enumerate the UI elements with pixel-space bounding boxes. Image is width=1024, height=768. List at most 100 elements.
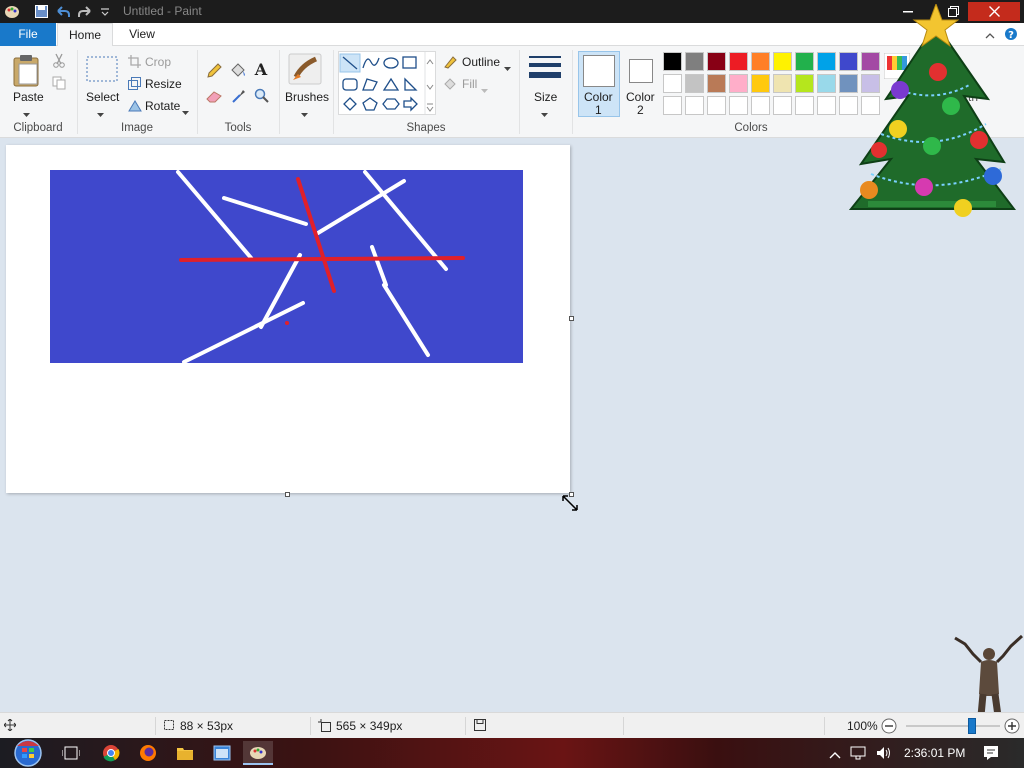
palette-swatch[interactable] — [773, 96, 792, 115]
selection-size-icon — [163, 719, 175, 734]
color-picker-icon[interactable] — [231, 88, 246, 107]
undo-icon[interactable] — [54, 3, 72, 20]
rotate-dropdown-icon[interactable] — [182, 104, 189, 118]
color2-label[interactable]: Color — [626, 90, 655, 104]
clipboard-group-label: Clipboard — [13, 122, 63, 134]
palette-swatch[interactable] — [729, 74, 748, 93]
fill-dropdown-icon[interactable] — [481, 82, 488, 96]
tab-view[interactable]: View — [115, 23, 169, 46]
select-icon[interactable] — [86, 56, 118, 85]
show-hidden-icons-icon[interactable] — [829, 748, 841, 762]
paint-taskbar-icon[interactable] — [243, 741, 273, 765]
tab-file[interactable]: File — [0, 23, 56, 46]
pencil-icon[interactable] — [206, 63, 222, 82]
rotate-icon[interactable] — [128, 99, 142, 115]
color1-number[interactable]: 1 — [595, 103, 602, 117]
firefox-icon[interactable] — [133, 741, 163, 765]
shapes-group-label: Shapes — [406, 122, 446, 134]
cut-icon[interactable] — [53, 53, 65, 71]
color2-number[interactable]: 2 — [637, 103, 644, 117]
palette-swatch[interactable] — [795, 96, 814, 115]
crop-label[interactable]: Crop — [145, 55, 171, 69]
redo-icon[interactable] — [76, 3, 94, 20]
status-separator — [824, 717, 825, 735]
paste-label[interactable]: Paste — [13, 90, 44, 104]
customize-qat-icon[interactable] — [96, 3, 114, 20]
group-separator — [572, 50, 573, 134]
network-icon[interactable] — [850, 745, 868, 764]
palette-swatch[interactable] — [663, 96, 682, 115]
text-tool-icon[interactable]: A — [253, 60, 269, 80]
palette-swatch[interactable] — [773, 52, 792, 71]
palette-swatch[interactable] — [685, 74, 704, 93]
zoom-in-button[interactable] — [1004, 718, 1020, 737]
palette-swatch[interactable] — [663, 74, 682, 93]
palette-swatch[interactable] — [663, 52, 682, 71]
size-icon[interactable] — [528, 54, 562, 87]
paste-icon[interactable] — [12, 54, 42, 91]
fill-bucket-icon[interactable] — [229, 62, 247, 81]
zoom-slider-thumb[interactable] — [968, 718, 976, 734]
palette-swatch[interactable] — [817, 52, 836, 71]
chrome-icon[interactable] — [96, 741, 126, 765]
color1-swatch[interactable] — [583, 55, 615, 87]
task-view-icon[interactable] — [56, 741, 86, 765]
color2-swatch[interactable] — [629, 59, 653, 83]
colors-group-label: Colors — [734, 122, 768, 134]
crop-icon[interactable] — [128, 55, 141, 71]
palette-swatch[interactable] — [817, 74, 836, 93]
resize-handle-right[interactable] — [569, 316, 574, 321]
palette-swatch[interactable] — [751, 96, 770, 115]
file-explorer-icon[interactable] — [170, 741, 200, 765]
brushes-label[interactable]: Brushes — [285, 90, 329, 104]
palette-swatch[interactable] — [707, 96, 726, 115]
zoom-out-button[interactable] — [881, 718, 897, 737]
palette-swatch[interactable] — [729, 52, 748, 71]
palette-swatch[interactable] — [751, 52, 770, 71]
magnifier-icon[interactable] — [254, 88, 269, 107]
resize-handle-bottom[interactable] — [285, 492, 290, 497]
volume-icon[interactable] — [875, 745, 893, 764]
outline-label[interactable]: Outline — [462, 55, 500, 69]
size-dropdown-icon[interactable] — [541, 106, 548, 120]
resize-icon[interactable] — [128, 77, 141, 93]
size-label[interactable]: Size — [534, 90, 557, 104]
drawing-canvas[interactable] — [6, 145, 570, 493]
brushes-dropdown-icon[interactable] — [301, 106, 308, 120]
outline-dropdown-icon[interactable] — [504, 60, 511, 74]
palette-swatch[interactable] — [795, 52, 814, 71]
zoom-slider-track[interactable] — [906, 718, 1000, 734]
palette-swatch[interactable] — [707, 74, 726, 93]
app-window-icon[interactable] — [207, 741, 237, 765]
palette-swatch[interactable] — [773, 74, 792, 93]
select-label[interactable]: Select — [86, 90, 119, 104]
rotate-label[interactable]: Rotate — [145, 99, 180, 113]
color1-label[interactable]: Color — [584, 90, 613, 104]
shapes-gallery[interactable] — [338, 51, 436, 115]
tab-home[interactable]: Home — [57, 23, 113, 47]
brushes-icon[interactable] — [288, 53, 322, 88]
palette-swatch[interactable] — [795, 74, 814, 93]
action-center-icon[interactable] — [982, 744, 1000, 765]
fill-icon[interactable] — [443, 77, 458, 94]
save-icon[interactable] — [32, 3, 50, 20]
resize-label[interactable]: Resize — [145, 77, 182, 91]
outline-icon[interactable] — [443, 55, 458, 72]
palette-swatch[interactable] — [685, 52, 704, 71]
palette-swatch[interactable] — [729, 96, 748, 115]
status-separator — [310, 717, 311, 735]
copy-icon[interactable] — [52, 76, 66, 93]
group-separator — [279, 50, 280, 134]
fill-label[interactable]: Fill — [462, 77, 477, 91]
select-dropdown-icon[interactable] — [97, 106, 104, 120]
eraser-icon[interactable] — [206, 90, 223, 106]
paste-dropdown-icon[interactable] — [23, 106, 30, 120]
red-line-stroke — [179, 256, 465, 262]
palette-swatch[interactable] — [817, 96, 836, 115]
start-orb-icon[interactable] — [8, 738, 48, 768]
palette-swatch[interactable] — [685, 96, 704, 115]
palette-swatch[interactable] — [707, 52, 726, 71]
palette-swatch[interactable] — [751, 74, 770, 93]
clock-text[interactable]: 2:36:01 PM — [904, 746, 965, 760]
paint-app-icon[interactable] — [4, 4, 20, 19]
